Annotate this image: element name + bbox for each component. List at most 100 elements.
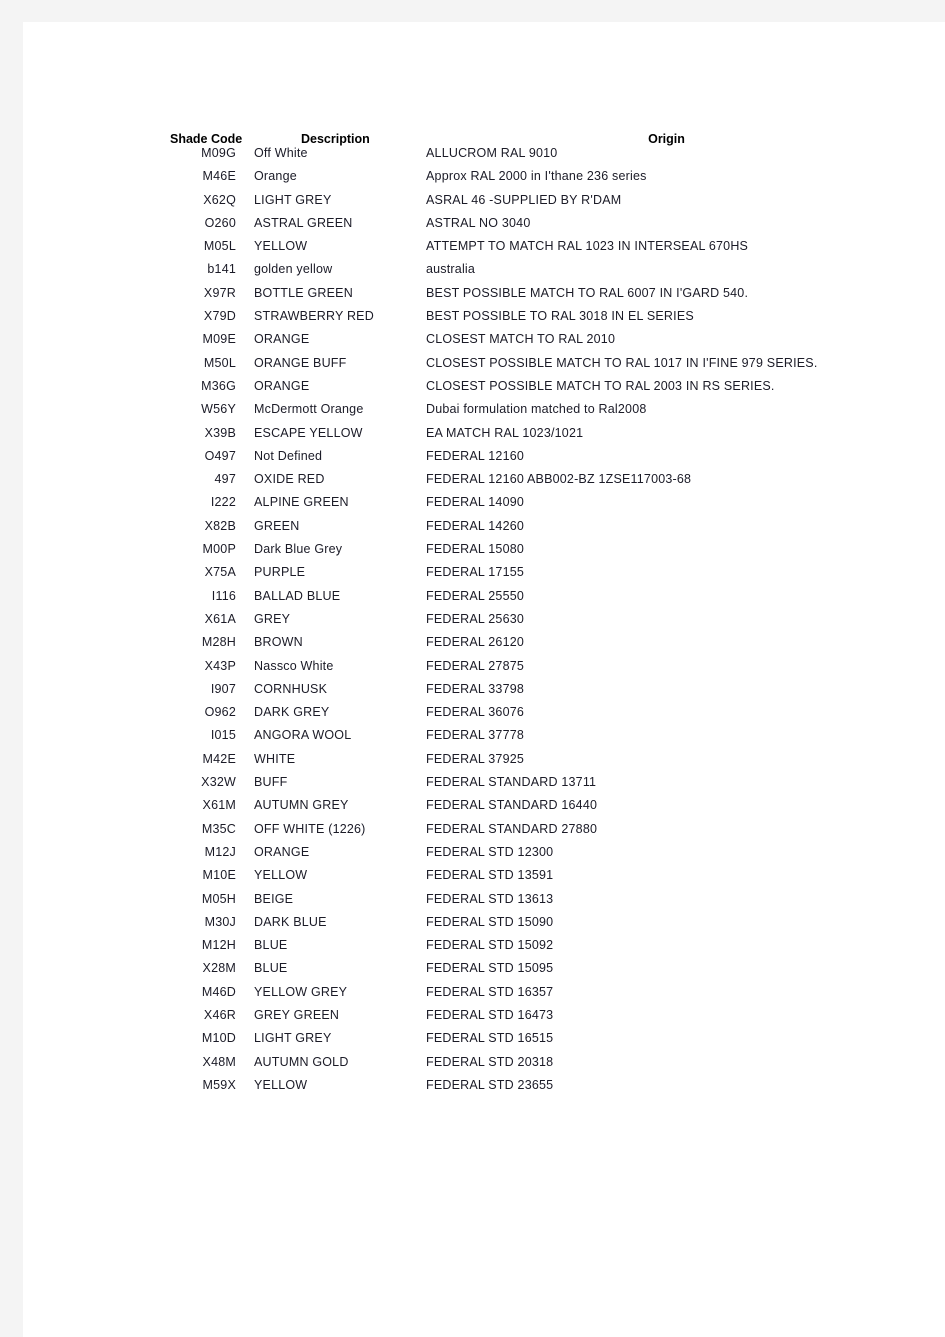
cell-description: LIGHT GREY [254, 192, 332, 207]
table-row: X32W BUFF FEDERAL STANDARD 13711 [147, 775, 907, 798]
table-row: X48M AUTUMN GOLD FEDERAL STD 20318 [147, 1055, 907, 1078]
table-row: M36G ORANGE CLOSEST POSSIBLE MATCH TO RAL … [147, 379, 907, 402]
cell-origin: ASRAL 46 -SUPPLIED BY R'DAM [426, 192, 622, 207]
table-row: X46R GREY GREEN FEDERAL STD 16473 [147, 1008, 907, 1031]
table-row: M35C OFF WHITE (1226) FEDERAL STANDARD 278… [147, 822, 907, 845]
cell-origin: FEDERAL 15080 [426, 542, 525, 557]
cell-origin: FEDERAL 37778 [426, 728, 525, 743]
cell-description: ESCAPE YELLOW [254, 425, 363, 440]
cell-description: ASTRAL GREEN [254, 215, 353, 230]
cell-origin: FEDERAL 14090 [426, 495, 525, 510]
table-row: X82B GREEN FEDERAL 14260 [147, 519, 907, 542]
cell-description: GREY [254, 611, 291, 626]
table-row: M05L YELLOW ATTEMPT TO MATCH RAL 1023 IN I… [147, 239, 907, 262]
cell-shade-code: M36G [201, 378, 236, 393]
cell-origin: BEST POSSIBLE TO RAL 3018 IN EL SERIES [426, 309, 694, 324]
cell-description: BROWN [254, 635, 303, 650]
cell-origin: FEDERAL STANDARD 13711 [426, 775, 597, 790]
cell-description: BLUE [254, 938, 288, 953]
cell-shade-code: X39B [204, 425, 236, 440]
cell-description: Off White [254, 146, 308, 160]
table-row: X97R BOTTLE GREEN BEST POSSIBLE MATCH TO R… [147, 286, 907, 309]
cell-origin: FEDERAL 36076 [426, 705, 525, 720]
cell-shade-code: O260 [204, 215, 236, 230]
cell-shade-code: O497 [204, 448, 236, 463]
cell-description: CORNHUSK [254, 681, 328, 696]
cell-description: ORANGE [254, 332, 310, 347]
table-row: M05H BEIGE FEDERAL STD 13613 [147, 892, 907, 915]
cell-origin: FEDERAL STD 16515 [426, 1031, 554, 1046]
cell-shade-code: W56Y [201, 402, 236, 417]
cell-description: AUTUMN GREY [254, 798, 349, 813]
table-row: M12H BLUE FEDERAL STD 15092 [147, 938, 907, 961]
cell-shade-code: X43P [204, 658, 236, 673]
cell-description: BEIGE [254, 891, 294, 906]
cell-description: ALPINE GREEN [254, 495, 349, 510]
cell-shade-code: X48M [202, 1054, 236, 1069]
table-row: M09G Off White ALLUCROM RAL 9010 [147, 146, 907, 169]
cell-origin: FEDERAL 17155 [426, 565, 525, 580]
table-row: M12J ORANGE FEDERAL STD 12300 [147, 845, 907, 868]
cell-description: BOTTLE GREEN [254, 285, 353, 300]
cell-shade-code: M12J [204, 844, 236, 859]
cell-origin: ALLUCROM RAL 9010 [426, 146, 558, 160]
cell-description: AUTUMN GOLD [254, 1054, 349, 1069]
cell-origin: CLOSEST MATCH TO RAL 2010 [426, 332, 616, 347]
cell-origin: CLOSEST POSSIBLE MATCH TO RAL 1017 IN I'… [426, 355, 818, 370]
table-row: O962 DARK GREY FEDERAL 36076 [147, 705, 907, 728]
cell-description: OXIDE RED [254, 472, 325, 487]
cell-shade-code: M10D [201, 1031, 236, 1046]
table-row: M09E ORANGE CLOSEST MATCH TO RAL 2010 [147, 332, 907, 355]
column-header-origin: Origin [648, 132, 685, 146]
cell-origin: FEDERAL 25630 [426, 611, 525, 626]
cell-description: YELLOW GREY [254, 984, 348, 999]
cell-shade-code: M12H [201, 938, 236, 953]
cell-origin: FEDERAL STD 16473 [426, 1007, 554, 1022]
table-row: X79D STRAWBERRY RED BEST POSSIBLE TO RAL 3… [147, 309, 907, 332]
cell-description: LIGHT GREY [254, 1031, 332, 1046]
table-row: M46E Orange Approx RAL 2000 in I'thane 236… [147, 169, 907, 192]
cell-shade-code: M59X [202, 1077, 236, 1092]
cell-shade-code: X62Q [203, 192, 236, 207]
table-row: M30J DARK BLUE FEDERAL STD 15090 [147, 915, 907, 938]
cell-origin: FEDERAL STD 15092 [426, 938, 554, 953]
cell-origin: australia [426, 262, 476, 277]
cell-origin: Approx RAL 2000 in I'thane 236 series [426, 169, 647, 184]
cell-origin: FEDERAL 27875 [426, 658, 525, 673]
shade-code-table: Shade Code Description Origin M09G Off Wh… [147, 132, 907, 1101]
cell-description: OFF WHITE (1226) [254, 821, 366, 836]
cell-description: BALLAD BLUE [254, 588, 341, 603]
cell-description: ORANGE BUFF [254, 355, 347, 370]
table-row: X75A PURPLE FEDERAL 17155 [147, 565, 907, 588]
cell-description: YELLOW [254, 239, 308, 254]
table-row: O497 Not Defined FEDERAL 12160 [147, 449, 907, 472]
cell-shade-code: X75A [204, 565, 236, 580]
cell-description: DARK GREY [254, 705, 330, 720]
table-row: X28M BLUE FEDERAL STD 15095 [147, 961, 907, 984]
cell-shade-code: M09G [201, 146, 236, 160]
table-header: Shade Code Description Origin [147, 132, 907, 146]
cell-description: STRAWBERRY RED [254, 309, 374, 324]
cell-shade-code: X97R [203, 285, 236, 300]
cell-description: ANGORA WOOL [254, 728, 352, 743]
table-row: I222 ALPINE GREEN FEDERAL 14090 [147, 495, 907, 518]
column-header-shade-code: Shade Code [170, 132, 243, 146]
cell-shade-code: b141 [207, 262, 236, 277]
cell-description: YELLOW [254, 868, 308, 883]
cell-shade-code: X32W [201, 775, 236, 790]
table-row: M10D LIGHT GREY FEDERAL STD 16515 [147, 1031, 907, 1054]
table-row: X62Q LIGHT GREY ASRAL 46 -SUPPLIED BY R'DA… [147, 193, 907, 216]
cell-description: McDermott Orange [254, 402, 364, 417]
cell-origin: BEST POSSIBLE MATCH TO RAL 6007 IN I'GAR… [426, 285, 749, 300]
cell-shade-code: M00P [202, 542, 236, 557]
cell-shade-code: M09E [202, 332, 236, 347]
cell-origin: FEDERAL STANDARD 16440 [426, 798, 598, 813]
column-header-description: Description [301, 132, 370, 146]
cell-origin: FEDERAL STD 23655 [426, 1077, 554, 1092]
cell-origin: FEDERAL STD 16357 [426, 984, 554, 999]
cell-shade-code: X82B [204, 518, 236, 533]
cell-description: Not Defined [254, 448, 323, 463]
table-row: 497 OXIDE RED FEDERAL 12160 ABB002-BZ 1ZSE… [147, 472, 907, 495]
cell-origin: CLOSEST POSSIBLE MATCH TO RAL 2003 IN RS… [426, 378, 775, 393]
table-row: X39B ESCAPE YELLOW EA MATCH RAL 1023/1021 [147, 426, 907, 449]
